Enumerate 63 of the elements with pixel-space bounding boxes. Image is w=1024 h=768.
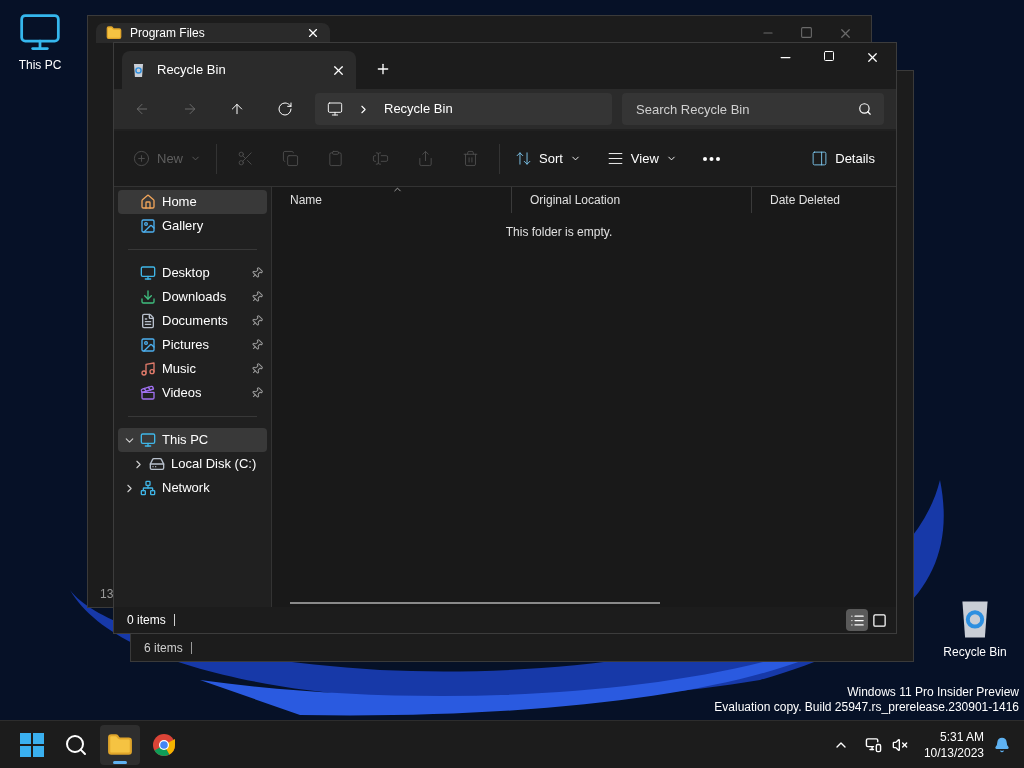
- clock[interactable]: 5:31 AM 10/13/2023: [923, 728, 984, 761]
- sidebar-item[interactable]: Network: [118, 476, 267, 500]
- column-text: 13: [100, 586, 114, 603]
- desktop-icon-label: This PC: [18, 57, 62, 74]
- network-icon: [140, 480, 156, 496]
- horizontal-scrollbar[interactable]: [290, 602, 660, 604]
- build-info-text: Windows 11 Pro Insider Preview: [847, 685, 1019, 700]
- window-tab[interactable]: Program Files: [96, 23, 330, 43]
- home-icon: [140, 194, 156, 210]
- column-header[interactable]: Name: [272, 187, 512, 213]
- window-tab[interactable]: Recycle Bin: [122, 51, 356, 89]
- network-status-icon[interactable]: [864, 736, 882, 753]
- sidebar-item[interactable]: Desktop: [118, 261, 267, 285]
- search-field[interactable]: Search Recycle Bin: [622, 93, 884, 125]
- breadcrumb[interactable]: Recycle Bin: [384, 99, 453, 119]
- refresh-icon: [277, 101, 294, 117]
- details-button[interactable]: Details: [802, 142, 884, 175]
- desktop-icon-label: Recycle Bin: [943, 644, 1007, 662]
- column-header[interactable]: Date Deleted: [752, 187, 896, 213]
- pictures-icon: [140, 337, 156, 353]
- build-info-text: Evaluation copy. Build 25947.rs_prerelease.230901-1416: [714, 700, 1019, 715]
- volume-muted-icon[interactable]: [891, 736, 908, 753]
- new-tab-icon[interactable]: [375, 61, 391, 77]
- sidebar-item[interactable]: Pictures: [118, 333, 267, 357]
- computer-icon: [140, 432, 156, 448]
- sort-button[interactable]: Sort: [506, 142, 590, 175]
- sidebar-item[interactable]: Local Disk (C:): [118, 452, 267, 476]
- details-view-button[interactable]: [846, 609, 868, 631]
- status-text: 6 items: [144, 640, 183, 657]
- download-icon: [140, 289, 156, 305]
- video-icon: [140, 385, 156, 401]
- column-header[interactable]: Original Location: [512, 187, 752, 213]
- sidebar-item[interactable]: Downloads: [118, 285, 267, 309]
- square-icon: [871, 612, 887, 628]
- desktop-icon: [140, 265, 156, 281]
- sidebar-item[interactable]: Home: [118, 190, 267, 214]
- folder-icon: [107, 731, 133, 758]
- sidebar-item[interactable]: Documents: [118, 309, 267, 333]
- close-icon[interactable]: [306, 26, 320, 40]
- close-icon[interactable]: [865, 50, 880, 65]
- folder-icon: [106, 25, 122, 41]
- empty-folder-message: This folder is empty.: [505, 224, 613, 241]
- gallery-icon: [140, 218, 156, 234]
- drive-icon: [149, 456, 165, 472]
- recycle-bin-icon: [132, 62, 145, 78]
- address-bar[interactable]: Recycle Bin: [315, 93, 612, 125]
- sidebar-item[interactable]: Videos: [118, 381, 267, 405]
- computer-icon: [327, 101, 343, 117]
- music-icon: [140, 361, 156, 377]
- search-icon: [858, 102, 872, 116]
- browser-icon: [152, 732, 176, 757]
- list-icon: [849, 612, 865, 628]
- notification-bell-icon[interactable]: [994, 736, 1010, 753]
- search-icon: [64, 732, 88, 757]
- taskbar-app[interactable]: [100, 724, 140, 765]
- document-icon: [140, 313, 156, 329]
- status-text: 0 items: [127, 612, 166, 629]
- active-indicator: [113, 760, 127, 764]
- sidebar-item[interactable]: Gallery: [118, 214, 267, 238]
- windows-logo-icon: [20, 732, 44, 757]
- view-button[interactable]: View: [597, 142, 686, 175]
- sidebar-item[interactable]: Music: [118, 357, 267, 381]
- sidebar-item[interactable]: This PC: [118, 428, 267, 452]
